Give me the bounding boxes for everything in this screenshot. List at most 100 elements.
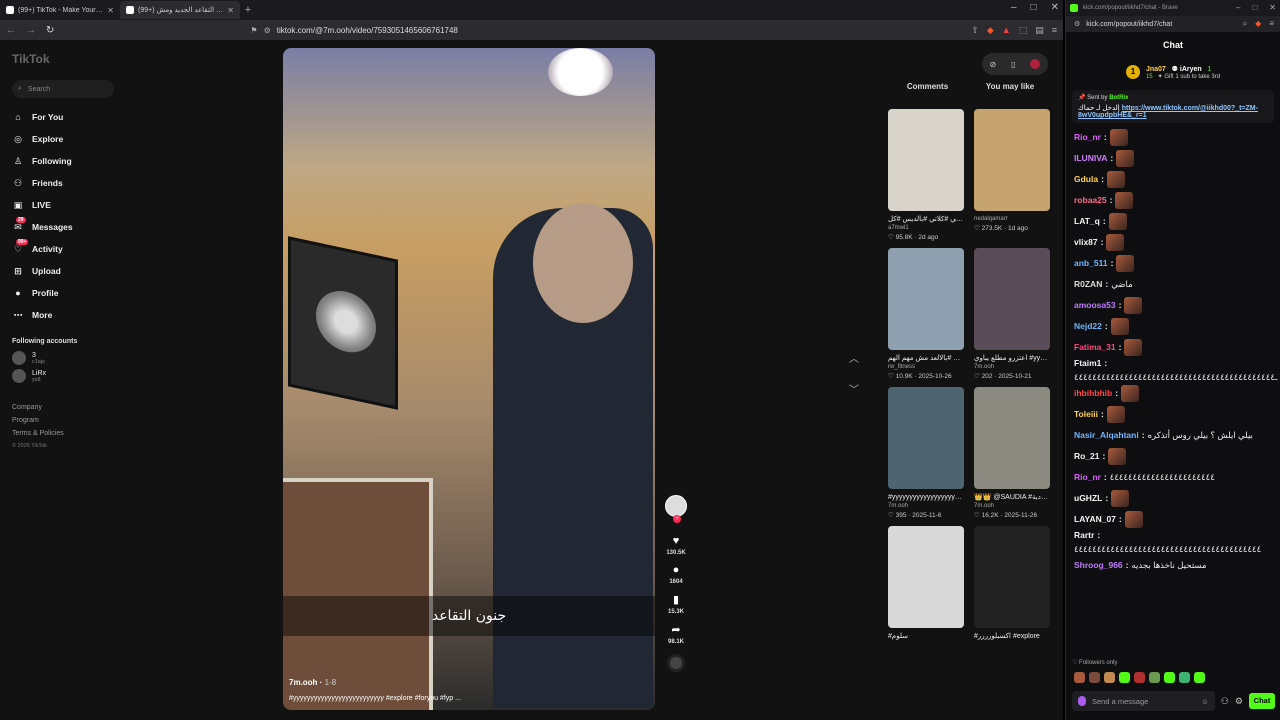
minimize-icon[interactable]: – (1011, 2, 1017, 13)
video-author[interactable]: 7m.ooh · 1-8 (289, 678, 461, 687)
chat-username[interactable]: Nejd22 (1074, 321, 1102, 332)
send-chat-button[interactable]: Chat (1249, 693, 1275, 709)
mic-icon[interactable] (1078, 696, 1086, 706)
chat-username[interactable]: ihbihbhib (1074, 388, 1112, 399)
maximize-icon[interactable]: □ (1252, 3, 1257, 12)
creator-avatar[interactable] (665, 495, 687, 523)
heart-icon[interactable]: ♥ (673, 535, 680, 547)
back-icon[interactable]: ← (6, 25, 16, 36)
recommended-video-card[interactable]: #سلوم (888, 526, 964, 644)
chat-username[interactable]: uGHZL (1074, 493, 1102, 504)
sidebar-item-profile[interactable]: ● Profile (12, 282, 127, 304)
chat-username[interactable]: anb_511 (1074, 258, 1108, 269)
chevron-up-icon[interactable]: ︿ (849, 350, 859, 365)
sidebar-icon[interactable]: ▤ (1035, 25, 1044, 36)
chat-username[interactable]: Rio_nr (1074, 472, 1101, 483)
emote-icon[interactable] (1074, 672, 1085, 683)
emote-icon[interactable] (1164, 672, 1175, 683)
tab-tiktok-home[interactable]: (99+) TikTok - Make Your Day ✕ (0, 1, 120, 19)
sidebar-item-friends[interactable]: ⚇ Friends (12, 172, 127, 194)
share-icon[interactable]: ⇪ (971, 25, 979, 36)
video-thumbnail[interactable] (888, 526, 964, 628)
chat-username[interactable]: Nasir_Alqahtani (1074, 430, 1139, 441)
tiktok-logo[interactable]: TikTok (12, 52, 127, 68)
emote-icon[interactable] (1104, 672, 1115, 683)
emote-icon[interactable] (1149, 672, 1160, 683)
emoji-icon[interactable]: ☺ (1201, 697, 1209, 706)
sidebar-item-more[interactable]: ⋯ More (12, 304, 127, 326)
tab-video[interactable]: (99+) نظام التقاعد الجديد ومش... ✕ (120, 1, 240, 19)
footer-link-terms[interactable]: Terms & Policies (12, 427, 127, 440)
chat-username[interactable]: R0ZAN (1074, 279, 1102, 290)
video-thumbnail[interactable] (974, 109, 1050, 211)
recommended-video-card[interactable]: كلاتي #كلاتي #بالديس #كل #foryou #fyp a7m… (888, 109, 964, 244)
chat-username[interactable]: Gdula (1074, 174, 1098, 185)
kick-address-bar[interactable]: ⚙ kick.com/popout/iikhd7/chat ⌕ ◆ ≡ (1066, 16, 1280, 32)
sidebar-item-for-you[interactable]: ⌂ For You (12, 106, 127, 128)
forward-icon[interactable]: → (26, 25, 36, 36)
bookmark-icon[interactable]: ⚑ (250, 26, 257, 35)
brave-shield-icon[interactable]: ◆ (1255, 19, 1261, 29)
emote-icon[interactable] (1134, 672, 1145, 683)
chat-username[interactable]: vlix87 (1074, 237, 1098, 248)
chat-username[interactable]: ILUNIVA (1074, 153, 1107, 164)
sidebar-item-live[interactable]: ▣ LIVE (12, 194, 127, 216)
tab-you-may-like[interactable]: You may like (986, 82, 1034, 91)
chat-username[interactable]: robaa25 (1074, 195, 1107, 206)
close-icon[interactable]: ✕ (227, 6, 234, 15)
users-icon[interactable]: ⚇ (1221, 696, 1229, 707)
site-info-icon[interactable]: ⚙ (1074, 20, 1080, 28)
chat-input[interactable]: Send a message ☺ (1072, 691, 1215, 711)
close-window-icon[interactable]: ✕ (1051, 2, 1059, 13)
video-hashtags[interactable]: #yyyyyyyyyyyyyyyyyyyyyyyyyy #explore #fo… (289, 695, 461, 702)
recommended-video-card[interactable]: اعتزرو مطلع يباوي #yyyyyyyyyyyy... 7m.ooh… (974, 248, 1050, 383)
tab-comments[interactable]: Comments (907, 82, 948, 91)
recommended-video-card[interactable]: 👑👑 @SAUDIA #السعودية #explo... 7m.ooh ♡ 16… (974, 387, 1050, 522)
music-disc-icon[interactable] (667, 654, 685, 672)
brave-shield-icon[interactable]: ◆ (987, 25, 994, 36)
gift-leaderboard[interactable]: 1 Jna07 ⚉ iAryen 1 15 ✦ Gift 1 sub to ta… (1066, 58, 1280, 86)
share-arrow-icon[interactable]: ➦ (671, 623, 680, 636)
close-icon[interactable]: ✕ (107, 6, 114, 15)
video-thumbnail[interactable] (974, 387, 1050, 489)
extensions-icon[interactable]: ⬚ (1019, 25, 1028, 36)
chat-username[interactable]: Shroog_966 (1074, 560, 1123, 571)
footer-link-program[interactable]: Program (12, 414, 127, 427)
reload-icon[interactable]: ↻ (46, 25, 54, 36)
sidebar-item-upload[interactable]: ⊞ Upload (12, 260, 127, 282)
sidebar-item-messages[interactable]: ✉ 29 Messages (12, 216, 127, 238)
sidebar-item-activity[interactable]: ♡ 99+ Activity (12, 238, 127, 260)
compass-icon[interactable]: ⊘ (989, 60, 996, 69)
search-input[interactable]: ⌕ Search (12, 80, 114, 98)
minimize-icon[interactable]: – (1236, 3, 1240, 12)
pinned-message[interactable]: 📌 Sent by BotRix إلدخل لـ حماك https://w… (1072, 90, 1274, 123)
sidebar-item-following[interactable]: ♙ Following (12, 150, 127, 172)
chat-username[interactable]: Fatima_31 (1074, 342, 1116, 353)
account-item[interactable]: 3 c1ajs (12, 351, 127, 365)
chat-username[interactable]: amoosa53 (1074, 300, 1116, 311)
bookmark-save-icon[interactable]: ▮ (673, 593, 679, 606)
close-window-icon[interactable]: ✕ (1269, 3, 1276, 12)
sidebar-item-explore[interactable]: ◎ Explore (12, 128, 127, 150)
video-thumbnail[interactable] (888, 387, 964, 489)
new-tab-button[interactable]: + (240, 4, 256, 16)
emote-icon[interactable] (1179, 672, 1190, 683)
video-thumbnail[interactable] (974, 248, 1050, 350)
chat-username[interactable]: LAYAN_07 (1074, 514, 1116, 525)
settings-icon[interactable]: ⚙ (1235, 696, 1243, 707)
chat-username[interactable]: Rio_nr (1074, 132, 1101, 143)
chat-username[interactable]: Rartr (1074, 530, 1094, 541)
recommended-video-card[interactable]: #yyyyyyyyyyyyyyyyyyyyyyyy... 7m.ooh ♡ 395 … (888, 387, 964, 522)
video-player[interactable]: جنون التقاعد 7m.ooh · 1-8 #yyyyyyyyyyyyy… (283, 48, 655, 710)
chat-username[interactable]: Toleiii (1074, 409, 1098, 420)
record-icon[interactable] (1030, 59, 1041, 69)
rewards-icon[interactable]: ▲ (1002, 25, 1011, 36)
video-thumbnail[interactable] (974, 526, 1050, 628)
phone-icon[interactable]: ▯ (1011, 60, 1015, 69)
chevron-down-icon[interactable]: ﹀ (849, 381, 859, 396)
url-field[interactable]: ⚑ ⚙ tiktok.com/@7m.ooh/video/75930514656… (64, 22, 961, 38)
site-info-icon[interactable]: ⚙ (264, 26, 271, 35)
zoom-icon[interactable]: ⌕ (1243, 19, 1247, 29)
account-item[interactable]: LiRx yx8 (12, 369, 127, 383)
chat-username[interactable]: Ro_21 (1074, 451, 1100, 462)
